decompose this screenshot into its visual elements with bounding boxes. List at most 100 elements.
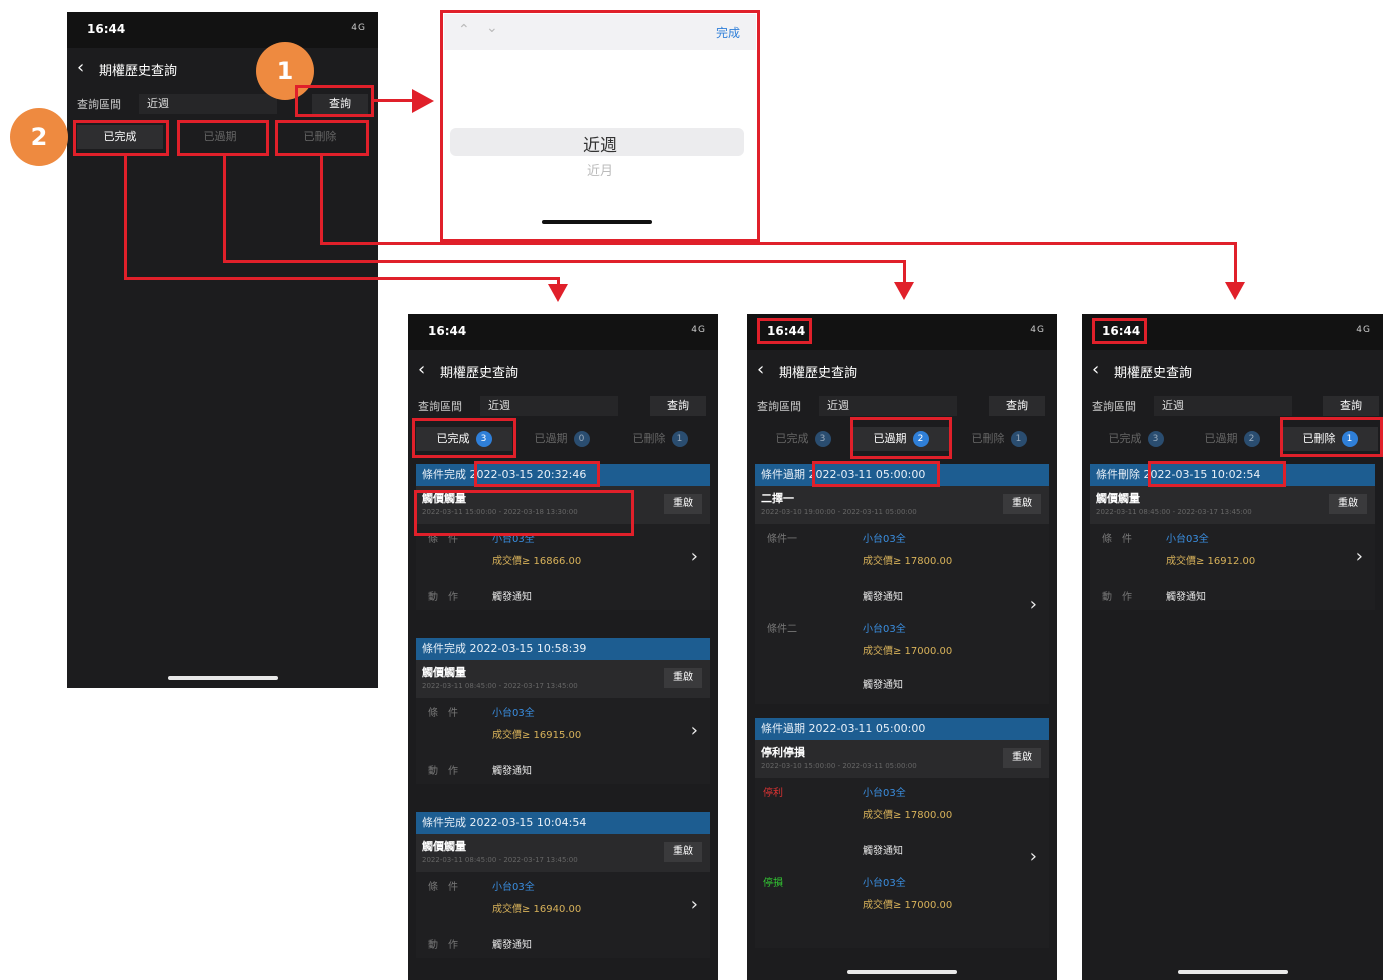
chevron-right-icon[interactable]: › — [1030, 594, 1037, 615]
page-title: 期權歷史查詢 — [99, 64, 178, 79]
query-button[interactable]: 查詢 — [650, 396, 706, 416]
tab-label: 已完成 — [1108, 432, 1142, 445]
arrow-down-icon — [1225, 282, 1245, 300]
product-name: 小台03全 — [863, 534, 906, 545]
page-title: 期權歷史查詢 — [779, 366, 858, 381]
action-value: 觸發通知 — [863, 680, 903, 691]
connector-line — [223, 156, 226, 263]
home-indicator — [167, 676, 278, 680]
condition-type: 停利停損 — [761, 746, 805, 759]
query-label: 查詢區間 — [77, 98, 121, 111]
tab-deleted[interactable]: 已刪除 1 — [951, 427, 1047, 451]
query-button[interactable]: 查詢 — [1323, 396, 1379, 416]
signal-indicator: 4G — [1030, 325, 1045, 335]
restart-button[interactable]: 重啟 — [1329, 494, 1367, 514]
query-row: 查詢區間 近週 查詢 — [408, 392, 718, 418]
query-label: 查詢區間 — [418, 400, 462, 413]
nav-bar: ‹ 期權歷史查詢 — [747, 350, 1057, 390]
query-label: 查詢區間 — [757, 400, 801, 413]
condition-label: 條 件 — [1102, 534, 1132, 545]
status-time: 16:44 — [428, 324, 467, 338]
highlight-tab-completed — [412, 418, 516, 458]
highlight-card-time — [1148, 461, 1286, 487]
chevron-right-icon[interactable]: › — [691, 546, 698, 567]
back-icon[interactable]: ‹ — [757, 359, 764, 380]
price-condition: 成交價≥ 16940.00 — [492, 904, 582, 915]
query-range-select[interactable]: 近週 — [480, 396, 618, 416]
home-indicator — [1177, 970, 1288, 974]
card-body: 條 件 小台03全 成交價≥ 16940.00 › 動 作 觸發通知 — [416, 872, 710, 958]
count-badge: 1 — [1010, 431, 1027, 447]
count-badge: 3 — [814, 431, 831, 447]
count-badge: 3 — [1147, 431, 1164, 447]
restart-button[interactable]: 重啟 — [664, 668, 702, 688]
valid-range: 2022-03-10 19:00:00 - 2022-03-11 05:00:0… — [761, 508, 917, 516]
product-name: 小台03全 — [1166, 534, 1209, 545]
chevron-right-icon[interactable]: › — [1356, 546, 1363, 567]
card-body: 停利 小台03全 成交價≥ 17800.00 觸發通知 › 停損 小台03全 成… — [755, 778, 1049, 948]
tab-completed[interactable]: 已完成 3 — [755, 427, 851, 451]
product-name: 小台03全 — [863, 788, 906, 799]
card-header: 條件完成 2022-03-15 10:58:39 — [416, 638, 710, 660]
nav-bar: ‹ 期權歷史查詢 — [408, 350, 718, 390]
back-icon[interactable]: ‹ — [77, 57, 84, 78]
valid-range: 2022-03-11 08:45:00 - 2022-03-17 13:45:0… — [1096, 508, 1252, 516]
action-label: 動 作 — [428, 592, 458, 603]
chevron-right-icon[interactable]: › — [691, 894, 698, 915]
query-range-select[interactable]: 近週 — [1154, 396, 1292, 416]
query-range-select[interactable]: 近週 — [819, 396, 957, 416]
history-card[interactable]: 條件完成 2022-03-15 10:04:54 觸價觸量 2022-03-11… — [416, 812, 710, 958]
highlight-status-time — [757, 318, 812, 344]
tab-label: 已完成 — [775, 432, 809, 445]
stop-loss-label: 停損 — [763, 878, 783, 889]
history-card[interactable]: 條件過期 2022-03-11 05:00:00 停利停損 2022-03-10… — [755, 718, 1049, 948]
condition-type: 觸價觸量 — [1096, 492, 1140, 505]
tab-label: 已過期 — [1204, 432, 1238, 445]
tab-expired[interactable]: 已過期 2 — [1184, 427, 1280, 451]
status-time: 16:44 — [87, 22, 126, 36]
restart-button[interactable]: 重啟 — [664, 842, 702, 862]
history-card[interactable]: 條件完成 2022-03-15 10:58:39 觸價觸量 2022-03-11… — [416, 638, 710, 784]
condition-type: 觸價觸量 — [422, 840, 466, 853]
price-condition: 成交價≥ 16915.00 — [492, 730, 582, 741]
tab-label: 已刪除 — [632, 432, 666, 445]
action-value: 觸發通知 — [863, 846, 903, 857]
highlight-tab-deleted — [275, 120, 369, 156]
card-summary: 觸價觸量 2022-03-11 08:45:00 - 2022-03-17 13… — [416, 834, 710, 872]
highlight-tab-expired — [850, 417, 952, 459]
action-value: 觸發通知 — [492, 940, 532, 951]
query-range-select[interactable]: 近週 — [139, 94, 277, 114]
card-body: 條件一 小台03全 成交價≥ 17800.00 觸發通知 › 條件二 小台03全… — [755, 524, 1049, 704]
condition-label: 條 件 — [428, 708, 458, 719]
condition-label: 條件一 — [767, 534, 797, 545]
connector-line — [124, 156, 127, 280]
tab-label: 已過期 — [534, 432, 568, 445]
condition-type: 二擇一 — [761, 492, 794, 505]
card-header: 條件過期 2022-03-11 05:00:00 — [755, 718, 1049, 740]
query-button[interactable]: 查詢 — [989, 396, 1045, 416]
price-condition: 成交價≥ 16912.00 — [1166, 556, 1256, 567]
history-card[interactable]: 條件過期 2022-03-11 05:00:00 二擇一 2022-03-10 … — [755, 464, 1049, 704]
card-body: 條 件 小台03全 成交價≥ 16915.00 › 動 作 觸發通知 — [416, 698, 710, 784]
connector-line — [223, 260, 906, 263]
restart-button[interactable]: 重啟 — [1003, 748, 1041, 768]
chevron-right-icon[interactable]: › — [1030, 846, 1037, 867]
query-label: 查詢區間 — [1092, 400, 1136, 413]
tab-deleted[interactable]: 已刪除 1 — [612, 427, 708, 451]
price-condition: 成交價≥ 17000.00 — [863, 900, 953, 911]
condition-label: 條件二 — [767, 624, 797, 635]
tab-expired[interactable]: 已過期 0 — [514, 427, 610, 451]
status-bar: 16:44 4G — [408, 314, 718, 350]
restart-button[interactable]: 重啟 — [664, 494, 702, 514]
signal-indicator: 4G — [351, 23, 366, 33]
back-icon[interactable]: ‹ — [418, 359, 425, 380]
connector-line — [124, 277, 560, 280]
tab-completed[interactable]: 已完成 3 — [1088, 427, 1184, 451]
home-indicator — [847, 970, 957, 974]
restart-button[interactable]: 重啟 — [1003, 494, 1041, 514]
back-icon[interactable]: ‹ — [1092, 359, 1099, 380]
action-label: 動 作 — [428, 940, 458, 951]
query-row: 查詢區間 近週 查詢 — [1082, 392, 1383, 418]
connector-line — [374, 99, 414, 102]
chevron-right-icon[interactable]: › — [691, 720, 698, 741]
